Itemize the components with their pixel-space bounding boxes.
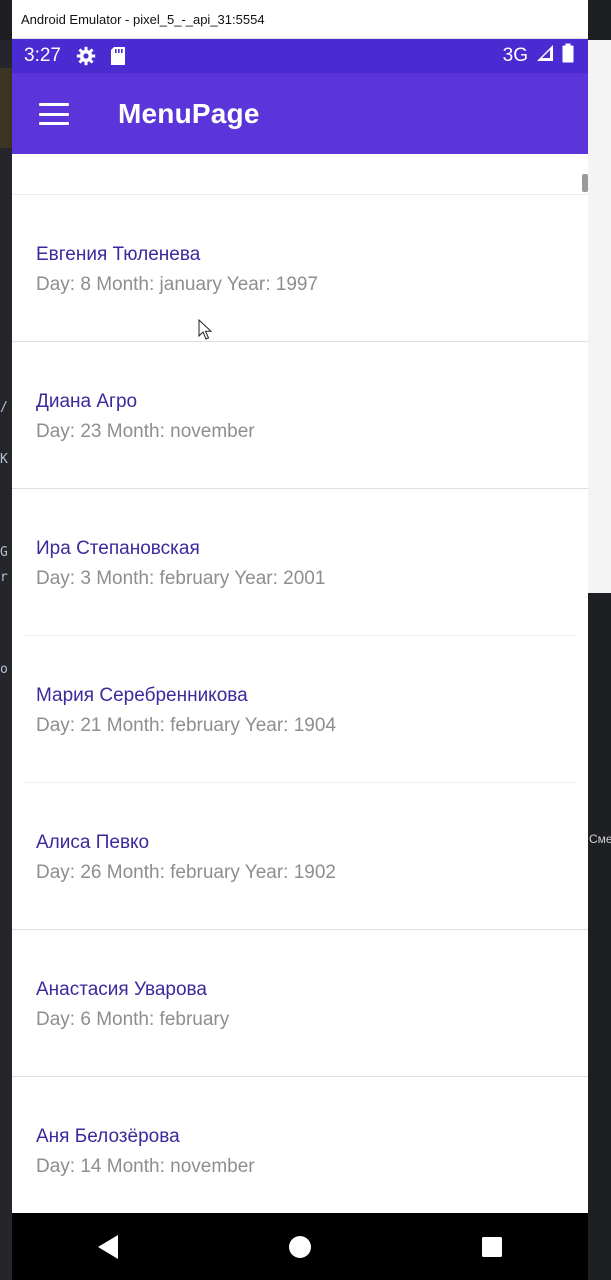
item-name: Евгения Тюленева (36, 244, 201, 265)
ide-accent-block (0, 68, 12, 148)
signal-icon (536, 44, 554, 68)
bg-glyph: / (0, 400, 8, 415)
item-name: Диана Агро (36, 391, 138, 412)
item-name: Алиса Певко (36, 832, 150, 853)
bg-glyph: G (0, 545, 8, 560)
scrollbar[interactable] (582, 174, 588, 192)
list-item[interactable]: Ира Степановская Day: 3 Month: february … (12, 489, 588, 636)
back-icon[interactable] (78, 1222, 138, 1272)
background-panel (588, 40, 611, 593)
recents-icon[interactable] (462, 1222, 522, 1272)
home-icon[interactable] (270, 1222, 330, 1272)
settings-icon (75, 45, 97, 67)
bg-right-label: Сме (589, 832, 611, 846)
sd-card-icon (107, 45, 129, 67)
item-name: Ира Степановская (36, 538, 200, 559)
status-time: 3:27 (24, 45, 61, 66)
item-detail: Day: 8 Month: january Year: 1997 (36, 274, 319, 295)
window-title-bar[interactable]: Android Emulator - pixel_5_-_api_31:5554 (12, 0, 588, 39)
status-right-group: 3G (503, 39, 574, 73)
item-detail: Day: 14 Month: november (36, 1156, 255, 1177)
list-item[interactable]: Анастасия Уварова Day: 6 Month: february (12, 930, 588, 1077)
list-item[interactable]: Аня Белозёрова Day: 14 Month: november (12, 1077, 588, 1213)
item-name: Аня Белозёрова (36, 1126, 180, 1147)
battery-icon (562, 43, 574, 69)
item-detail: Day: 6 Month: february (36, 1009, 230, 1030)
app-bar: MenuPage (12, 73, 588, 155)
contacts-list[interactable]: Евгения Тюленева Day: 8 Month: january Y… (12, 154, 588, 1213)
list-item[interactable]: Евгения Тюленева Day: 8 Month: january Y… (12, 195, 588, 342)
status-bar: 3:27 3G (12, 39, 588, 73)
bg-glyph: o (0, 662, 8, 677)
list-item[interactable]: Диана Агро Day: 23 Month: november (12, 342, 588, 489)
network-type: 3G (502, 45, 528, 66)
item-detail: Day: 3 Month: february Year: 2001 (36, 568, 326, 589)
list-item[interactable]: Алиса Певко Day: 26 Month: february Year… (12, 783, 588, 930)
window-title: Android Emulator - pixel_5_-_api_31:5554 (21, 11, 265, 27)
android-nav-bar (12, 1213, 588, 1280)
item-name: Мария Серебренникова (36, 685, 248, 706)
list-item[interactable]: Мария Серебренникова Day: 21 Month: febr… (12, 636, 588, 783)
bg-glyph: К (0, 452, 8, 467)
item-detail: Day: 23 Month: november (36, 421, 255, 442)
hamburger-menu-icon[interactable] (39, 103, 69, 125)
ide-left-strip (0, 40, 12, 1280)
item-detail: Day: 26 Month: february Year: 1902 (36, 862, 336, 883)
page-title: MenuPage (118, 98, 260, 129)
mouse-cursor-icon (198, 319, 212, 340)
item-detail: Day: 21 Month: february Year: 1904 (36, 715, 336, 736)
emulator-window: Android Emulator - pixel_5_-_api_31:5554… (12, 0, 588, 1280)
item-name: Анастасия Уварова (36, 979, 207, 1000)
bg-glyph: r (0, 570, 8, 585)
